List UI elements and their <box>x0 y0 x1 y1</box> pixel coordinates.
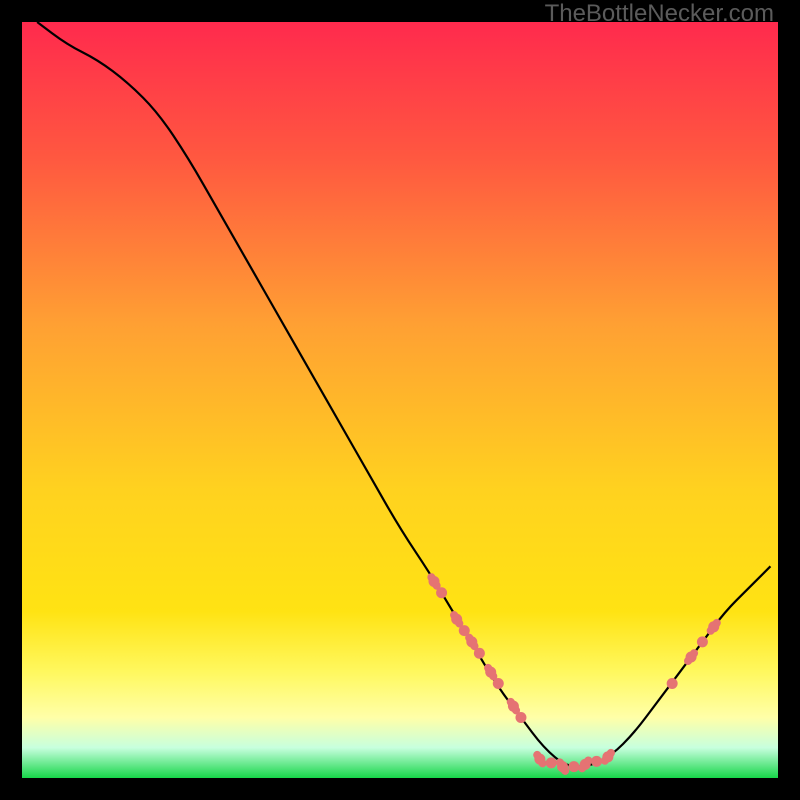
marker-dot <box>515 712 526 723</box>
marker-dot <box>667 678 678 689</box>
chart-frame <box>22 22 778 778</box>
marker-dot <box>697 636 708 647</box>
marker-dot <box>493 678 504 689</box>
marker-dot <box>591 756 602 767</box>
marker-dot <box>436 587 447 598</box>
chart-svg <box>22 22 778 778</box>
gradient-background <box>22 22 778 778</box>
marker-dot <box>546 757 557 768</box>
marker-dot <box>474 648 485 659</box>
watermark-text: TheBottleNecker.com <box>545 0 774 28</box>
marker-dot <box>568 761 579 772</box>
